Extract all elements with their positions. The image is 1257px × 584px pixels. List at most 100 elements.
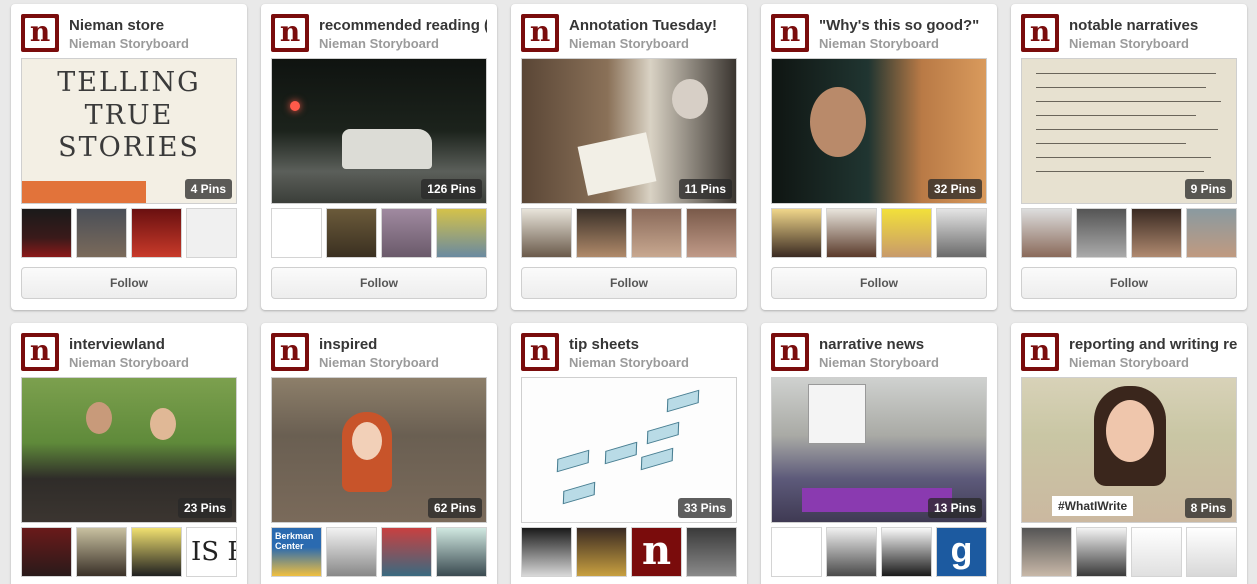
- board-owner[interactable]: Nieman Storyboard: [319, 355, 487, 370]
- pin-count-badge: 4 Pins: [184, 179, 232, 199]
- thumbnail[interactable]: [771, 527, 822, 577]
- nieman-logo-icon: n: [1021, 14, 1059, 52]
- board-title[interactable]: reporting and writing re: [1069, 336, 1237, 353]
- board-card[interactable]: n interviewland Nieman Storyboard 23 Pin…: [11, 323, 247, 584]
- board-thumbnails: [271, 208, 487, 258]
- board-cover-image[interactable]: 23 Pins: [21, 377, 237, 523]
- g-logo-icon[interactable]: g: [936, 527, 987, 577]
- thumbnail[interactable]: [326, 208, 377, 258]
- follow-button[interactable]: Follow: [1021, 267, 1237, 299]
- thumbnail[interactable]: [436, 527, 487, 577]
- board-owner[interactable]: Nieman Storyboard: [819, 36, 987, 51]
- thumbnail[interactable]: [1076, 527, 1127, 577]
- board-owner[interactable]: Nieman Storyboard: [1069, 36, 1237, 51]
- board-cover-image[interactable]: 33 Pins: [521, 377, 737, 523]
- board-card[interactable]: n Nieman store Nieman Storyboard TELLING…: [11, 4, 247, 310]
- follow-button[interactable]: Follow: [521, 267, 737, 299]
- board-thumbnails: [771, 208, 987, 258]
- thumbnail[interactable]: [521, 208, 572, 258]
- board-card[interactable]: n recommended reading ( Nieman Storyboar…: [261, 4, 497, 310]
- thumbnail[interactable]: [436, 208, 487, 258]
- board-cover-image[interactable]: 11 Pins: [521, 58, 737, 204]
- board-cover-image[interactable]: 13 Pins: [771, 377, 987, 523]
- thumbnail[interactable]: [131, 527, 182, 577]
- board-card[interactable]: n reporting and writing re Nieman Storyb…: [1011, 323, 1247, 584]
- board-header: n Annotation Tuesday! Nieman Storyboard: [521, 14, 737, 54]
- nieman-logo-icon: n: [771, 333, 809, 371]
- board-cover-image[interactable]: 32 Pins: [771, 58, 987, 204]
- thumbnail[interactable]: [1186, 527, 1237, 577]
- board-cover-image[interactable]: TELLING TRUE STORIES 4 Pins: [21, 58, 237, 204]
- board-cover-image[interactable]: 126 Pins: [271, 58, 487, 204]
- thumbnail[interactable]: [21, 527, 72, 577]
- thumbnail[interactable]: [1131, 527, 1182, 577]
- thumbnail[interactable]: [381, 527, 432, 577]
- board-title[interactable]: inspired: [319, 336, 487, 353]
- nieman-logo-icon: n: [1021, 333, 1059, 371]
- thumbnail[interactable]: [686, 208, 737, 258]
- board-cover-image[interactable]: 62 Pins: [271, 377, 487, 523]
- board-title[interactable]: notable narratives: [1069, 17, 1237, 34]
- board-owner[interactable]: Nieman Storyboard: [319, 36, 487, 51]
- thumbnail[interactable]: [576, 208, 627, 258]
- thumbnail[interactable]: [1076, 208, 1127, 258]
- board-owner[interactable]: Nieman Storyboard: [819, 355, 987, 370]
- board-card[interactable]: n narrative news Nieman Storyboard 13 Pi…: [761, 323, 997, 584]
- thumbnail[interactable]: [826, 208, 877, 258]
- board-owner[interactable]: Nieman Storyboard: [569, 355, 737, 370]
- thumbnail[interactable]: [76, 527, 127, 577]
- board-title[interactable]: Nieman store: [69, 17, 237, 34]
- board-card[interactable]: n Annotation Tuesday! Nieman Storyboard …: [511, 4, 747, 310]
- thumbnail[interactable]: [521, 527, 572, 577]
- board-title[interactable]: narrative news: [819, 336, 987, 353]
- thumbnail[interactable]: [186, 208, 237, 258]
- handwriting-line: [1036, 101, 1221, 102]
- board-owner[interactable]: Nieman Storyboard: [569, 36, 737, 51]
- thumbnail[interactable]: [576, 527, 627, 577]
- thumbnail[interactable]: [21, 208, 72, 258]
- board-card[interactable]: n "Why's this so good?" Nieman Storyboar…: [761, 4, 997, 310]
- thumbnail[interactable]: [131, 208, 182, 258]
- thumbnail[interactable]: [936, 208, 987, 258]
- handwriting-line: [1036, 129, 1218, 130]
- board-title[interactable]: interviewland: [69, 336, 237, 353]
- thumbnail[interactable]: [1131, 208, 1182, 258]
- board-card[interactable]: n inspired Nieman Storyboard 62 Pins Ber…: [261, 323, 497, 584]
- follow-button[interactable]: Follow: [771, 267, 987, 299]
- board-title[interactable]: recommended reading (: [319, 17, 487, 34]
- thumbnail[interactable]: [686, 527, 737, 577]
- thumbnail[interactable]: IS R: [186, 527, 237, 577]
- board-cover-image[interactable]: #WhatIWrite 8 Pins: [1021, 377, 1237, 523]
- nieman-logo-icon: n: [521, 333, 559, 371]
- board-owner[interactable]: Nieman Storyboard: [69, 355, 237, 370]
- thumbnail[interactable]: [271, 208, 322, 258]
- tip-card-shape: [640, 447, 674, 471]
- board-header: n "Why's this so good?" Nieman Storyboar…: [771, 14, 987, 54]
- thumbnail[interactable]: [76, 208, 127, 258]
- board-title[interactable]: "Why's this so good?": [819, 17, 987, 34]
- follow-button[interactable]: Follow: [271, 267, 487, 299]
- board-title[interactable]: Annotation Tuesday!: [569, 17, 737, 34]
- follow-button[interactable]: Follow: [21, 267, 237, 299]
- nieman-logo-icon[interactable]: n: [631, 527, 682, 577]
- board-title[interactable]: tip sheets: [569, 336, 737, 353]
- thumbnail[interactable]: [1186, 208, 1237, 258]
- thumbnail[interactable]: [771, 208, 822, 258]
- thumbnail[interactable]: [381, 208, 432, 258]
- thumbnail[interactable]: [631, 208, 682, 258]
- thumbnail[interactable]: [1021, 527, 1072, 577]
- thumbnail[interactable]: [881, 208, 932, 258]
- board-card[interactable]: n tip sheets Nieman Storyboard 33 Pins n: [511, 323, 747, 584]
- thumbnail[interactable]: [881, 527, 932, 577]
- nieman-logo-icon: n: [271, 333, 309, 371]
- thumbnail[interactable]: [826, 527, 877, 577]
- thumbnail[interactable]: [326, 527, 377, 577]
- board-thumbnails: n: [521, 527, 737, 577]
- thumbnail[interactable]: [1021, 208, 1072, 258]
- board-owner[interactable]: Nieman Storyboard: [69, 36, 237, 51]
- head-shape: [672, 79, 708, 119]
- board-cover-image[interactable]: 9 Pins: [1021, 58, 1237, 204]
- board-owner[interactable]: Nieman Storyboard: [1069, 355, 1237, 370]
- thumbnail[interactable]: Berkman Center: [271, 527, 322, 577]
- board-card[interactable]: n notable narratives Nieman Storyboard 9…: [1011, 4, 1247, 310]
